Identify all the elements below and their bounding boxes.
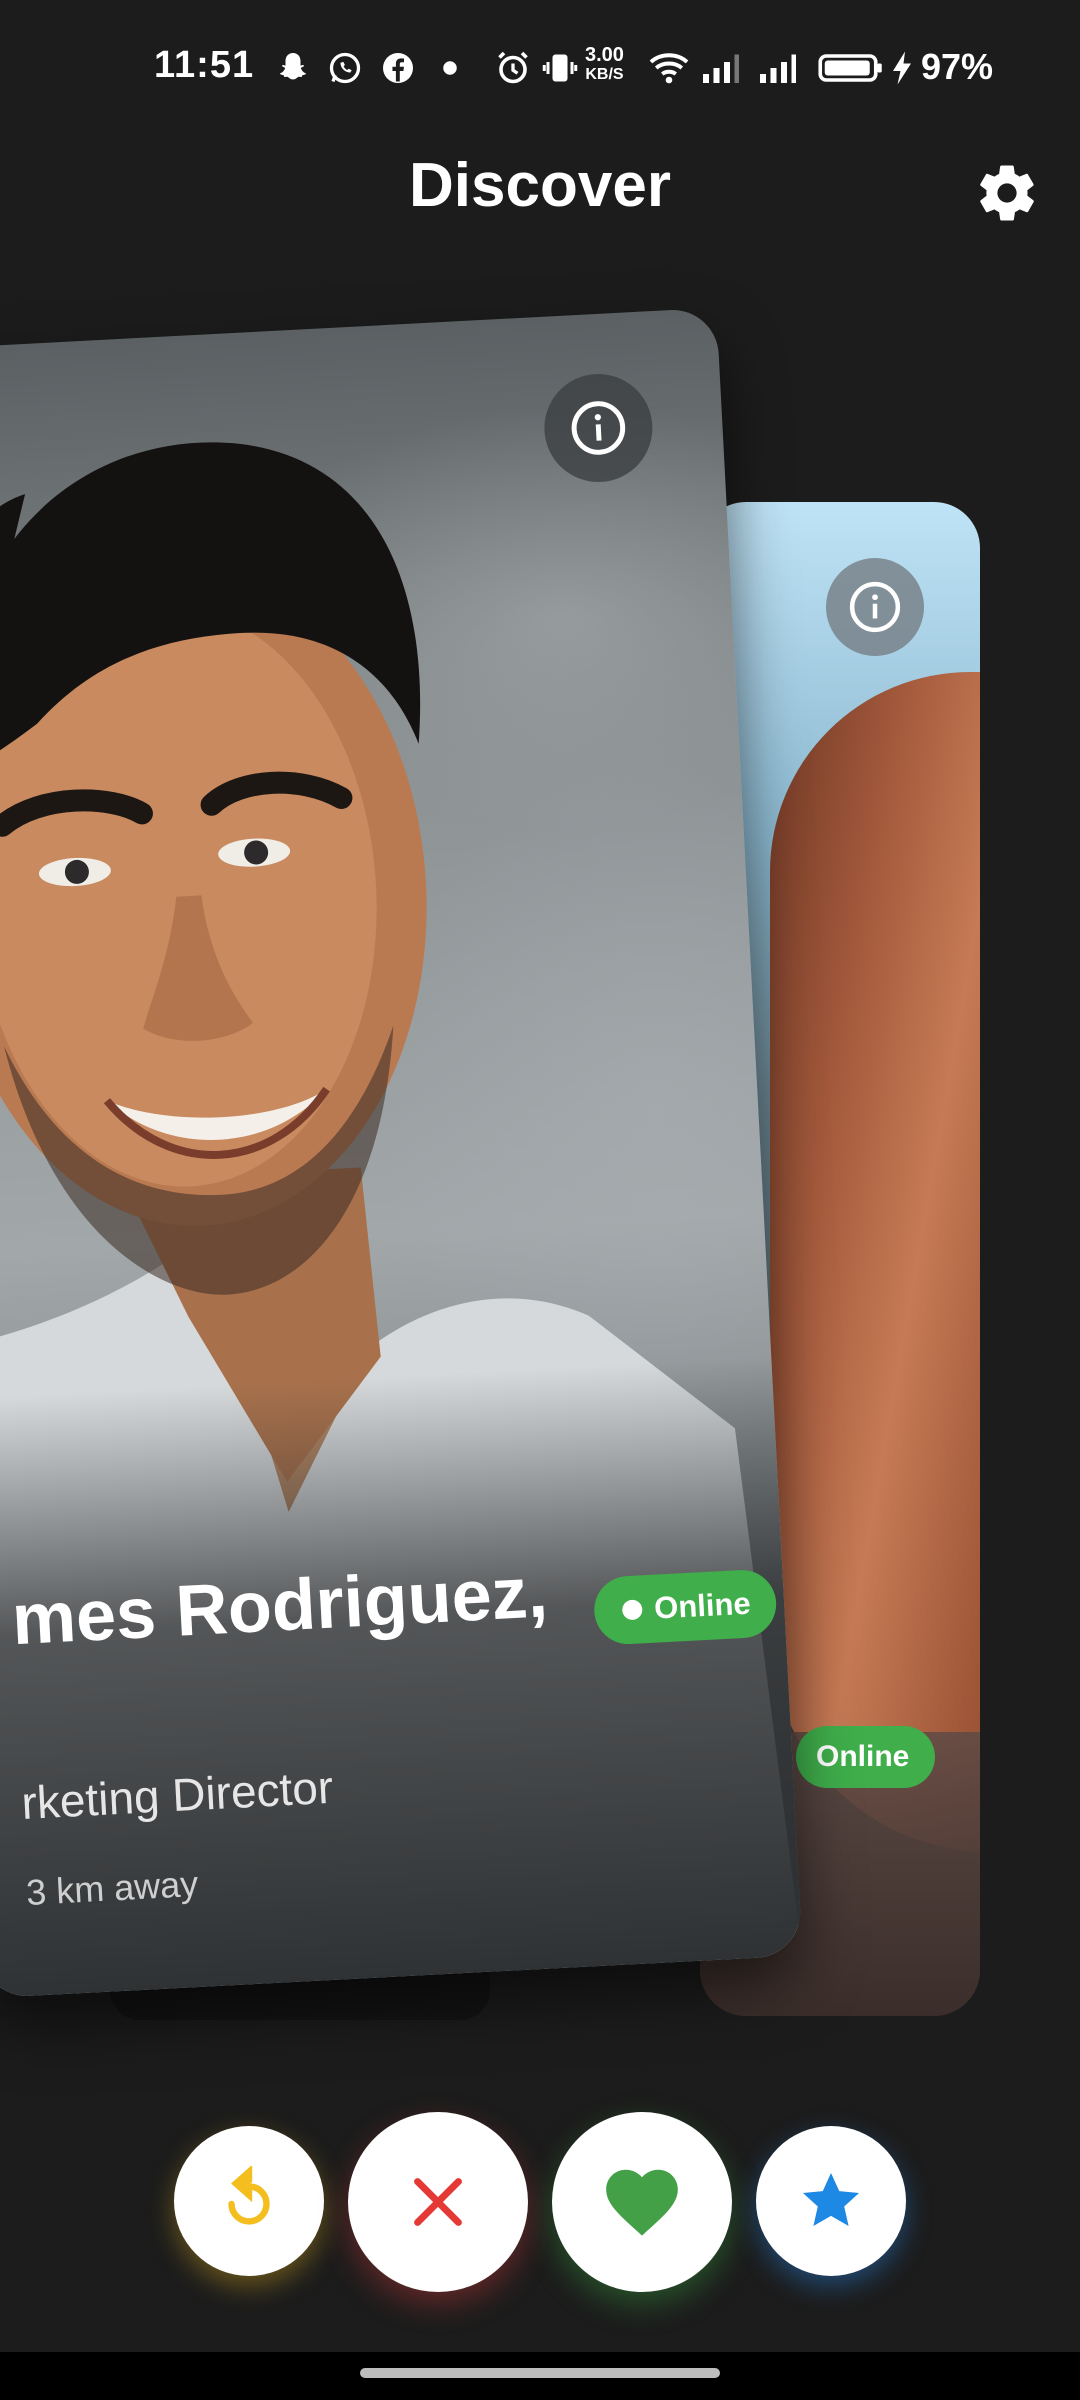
home-indicator[interactable] xyxy=(360,2368,720,2378)
network-speed: 3.00 KB/S xyxy=(585,44,624,84)
back-card-info-button[interactable] xyxy=(826,558,924,656)
alarm-icon xyxy=(498,51,528,84)
star-icon xyxy=(802,2172,860,2227)
online-badge: Online xyxy=(592,1568,779,1646)
info-icon xyxy=(849,581,901,633)
network-speed-unit: KB/S xyxy=(585,66,624,83)
battery-percentage: 97% xyxy=(921,46,994,87)
wifi-icon xyxy=(649,53,689,84)
page-title: Discover xyxy=(409,151,671,220)
super-like-button[interactable] xyxy=(756,2126,906,2276)
like-button[interactable] xyxy=(552,2112,732,2292)
battery-icon xyxy=(818,54,882,82)
status-bar: 11:51 3.00 KB/S 97% xyxy=(0,0,1080,140)
profile-card-front[interactable]: mes Rodriguez, Online rketing Director 3… xyxy=(0,307,803,1999)
facebook-icon xyxy=(383,53,413,83)
online-dot-icon xyxy=(621,1599,643,1621)
charging-icon xyxy=(893,51,911,85)
gear-icon[interactable] xyxy=(974,160,1040,226)
signal-icon xyxy=(703,54,739,83)
status-time: 11:51 xyxy=(154,44,255,86)
snapchat-icon xyxy=(279,53,307,80)
vibrate-icon xyxy=(542,54,578,82)
dot-icon xyxy=(443,61,457,75)
undo-icon xyxy=(228,2166,270,2225)
discover-screen: 11:51 3.00 KB/S 97% Discover Online mes … xyxy=(0,0,1080,2400)
network-speed-value: 3.00 xyxy=(585,44,624,66)
close-icon xyxy=(414,2178,462,2226)
nope-button[interactable] xyxy=(348,2112,528,2292)
signal-icon xyxy=(760,54,796,83)
back-card-online-badge: Online xyxy=(796,1726,936,1788)
heart-icon xyxy=(606,2169,678,2236)
whatsapp-icon xyxy=(329,52,361,84)
back-card-photo xyxy=(770,672,980,1852)
online-badge-label: Online xyxy=(653,1585,752,1626)
info-icon xyxy=(571,401,626,455)
profile-distance: 3 km away xyxy=(25,1862,200,1913)
undo-button[interactable] xyxy=(174,2126,324,2276)
front-card-info-button[interactable] xyxy=(541,371,656,485)
